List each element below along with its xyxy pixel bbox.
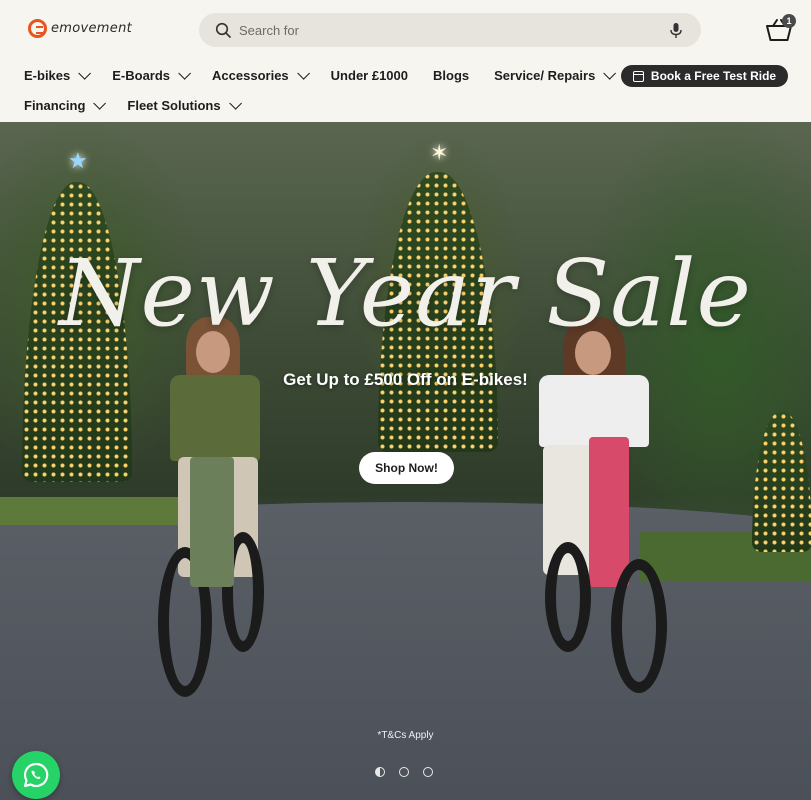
christmas-tree-image (752, 412, 811, 552)
chevron-down-icon (178, 67, 192, 80)
site-header: emovement 1 E-bikes E-Boards (0, 0, 811, 122)
logo-mark-icon (28, 19, 47, 38)
slider-dots (375, 767, 433, 777)
hero-subtitle: Get Up to £500 Off on E-bikes! (283, 370, 528, 389)
brand-name: emovement (51, 21, 133, 36)
hero-banner: ★ ✶ New Year Sale Get Up to £500 Off on … (0, 122, 811, 800)
chevron-down-icon (78, 67, 92, 80)
nav-item-label: Accessories (212, 68, 289, 83)
nav-item-label: Under £1000 (330, 68, 408, 83)
chevron-down-icon (603, 67, 617, 80)
chevron-down-icon (93, 97, 107, 110)
nav-item-e-boards[interactable]: E-Boards (112, 67, 192, 83)
hero-title: New Year Sale (59, 240, 752, 347)
chevron-down-icon (296, 67, 310, 80)
book-test-ride-label: Book a Free Test Ride (650, 69, 777, 83)
whatsapp-icon (23, 762, 49, 788)
nav-item-label: Fleet Solutions (127, 98, 221, 113)
tree-star-icon: ★ (68, 148, 88, 173)
calendar-icon (632, 70, 644, 82)
slide-dot[interactable] (375, 767, 385, 777)
nav-item-label: E-Boards (112, 68, 171, 83)
nav-item-service-repairs[interactable]: Service/ Repairs (494, 67, 617, 83)
nav-item-label: Financing (24, 98, 86, 113)
nav-item-label: Service/ Repairs (494, 68, 596, 83)
nav-item-under-1000[interactable]: Under £1000 (331, 68, 408, 83)
nav-item-accessories[interactable]: Accessories (212, 67, 310, 83)
nav-item-e-bikes[interactable]: E-bikes (24, 67, 92, 83)
tree-star-icon: ✶ (430, 140, 449, 165)
search-input[interactable] (239, 20, 659, 40)
search-icon[interactable] (215, 22, 231, 38)
cart-count-badge: 1 (782, 14, 796, 28)
chevron-down-icon (228, 97, 242, 110)
brand-logo[interactable]: emovement (28, 19, 132, 38)
whatsapp-chat-button[interactable] (12, 751, 60, 799)
book-test-ride-button[interactable]: Book a Free Test Ride (621, 65, 788, 87)
search-bar (199, 13, 701, 47)
nav-item-label: E-bikes (24, 68, 71, 83)
terms-note: *T&Cs Apply (377, 730, 434, 741)
nav-item-blogs[interactable]: Blogs (433, 68, 469, 83)
nav-item-label: Blogs (433, 68, 470, 83)
nav-item-financing[interactable]: Financing (24, 97, 107, 113)
nav-item-fleet-solutions[interactable]: Fleet Solutions (127, 97, 242, 113)
slide-dot[interactable] (399, 767, 409, 777)
slide-dot[interactable] (423, 767, 433, 777)
microphone-icon[interactable] (669, 22, 683, 39)
shop-now-button[interactable]: Shop Now! (359, 452, 454, 484)
